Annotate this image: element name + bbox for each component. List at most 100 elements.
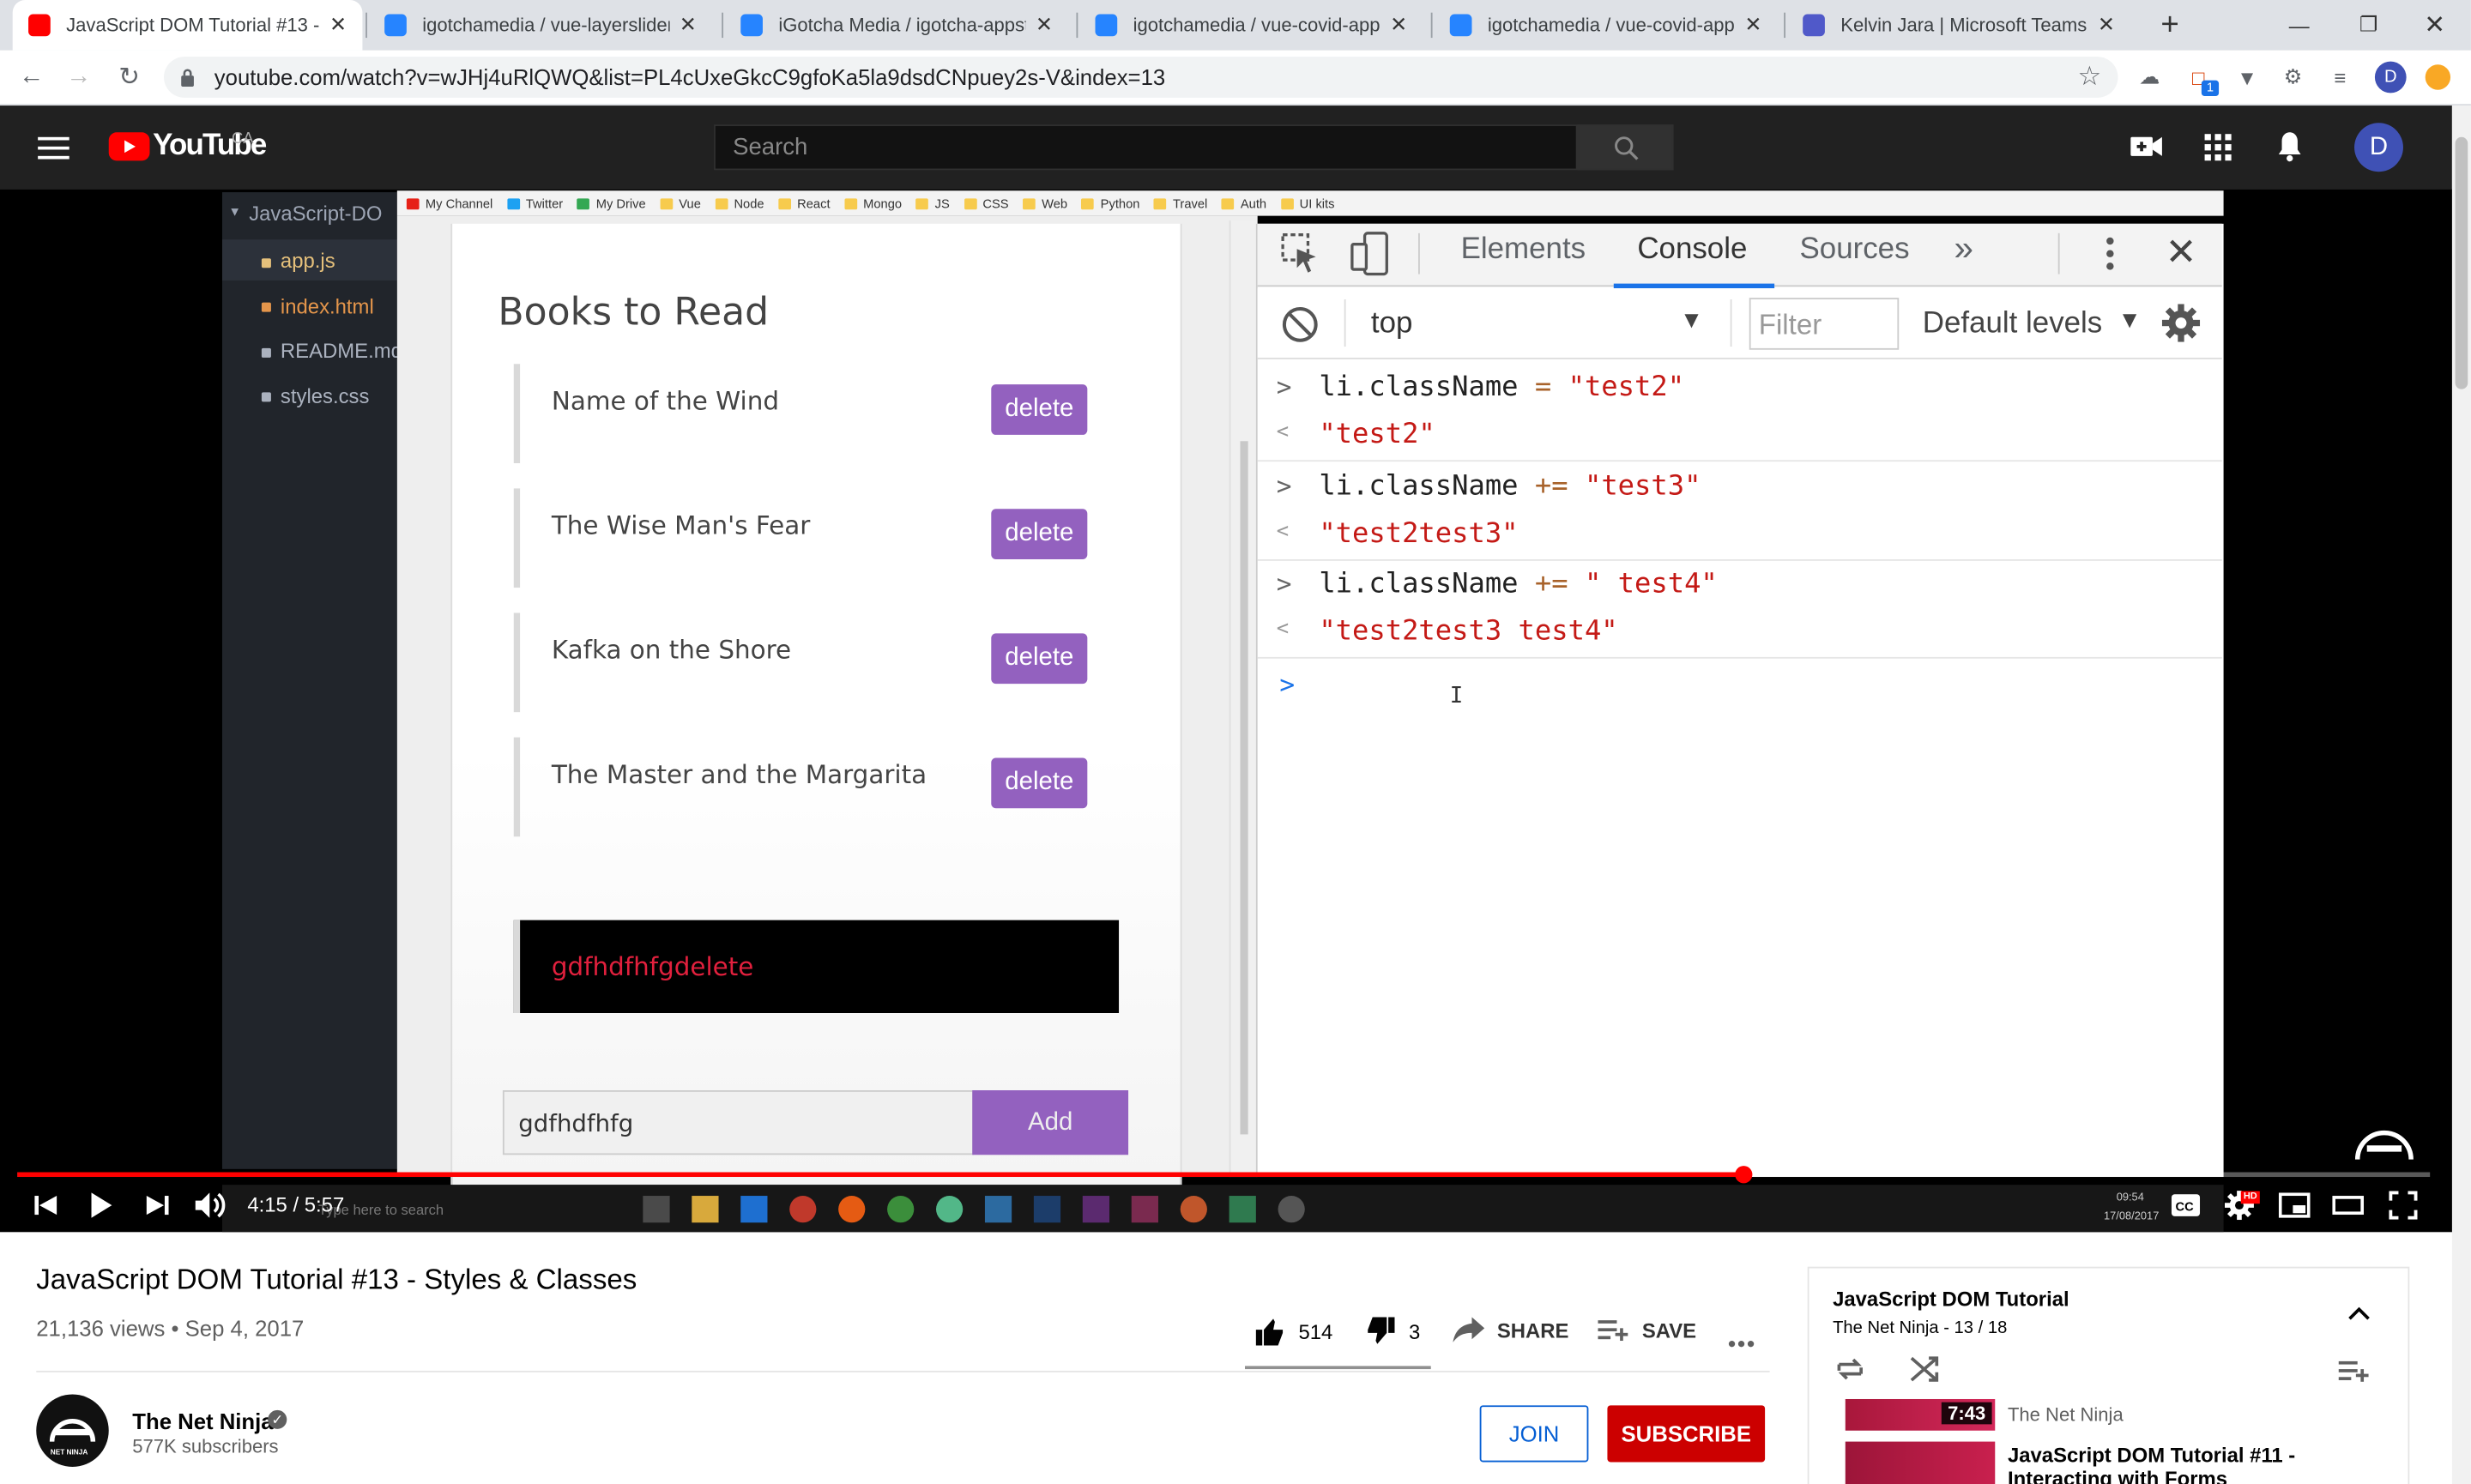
collapse-playlist-icon[interactable] [2348,1301,2371,1320]
delete-book-button[interactable]: delete [991,509,1088,560]
tab-close-icon[interactable]: ✕ [329,13,347,38]
context-select[interactable]: top ▼ [1368,304,1714,345]
youtube-logo-icon[interactable] [108,132,150,161]
tab-close-icon[interactable]: ✕ [1744,13,1761,38]
book-list-heading: Books to Read [498,289,770,335]
browser-tab-5[interactable]: Kelvin Jara | Microsoft Teams ✕ [1787,0,2130,51]
restore-button[interactable]: ❐ [2332,0,2404,51]
reload-button[interactable]: ↻ [111,60,148,94]
upload-date: Sep 4, 2017 [184,1315,305,1342]
playlist-item-thumbnail[interactable]: 7:43 [1845,1398,1996,1431]
delete-book-button[interactable]: delete [991,384,1088,435]
log-levels-select[interactable]: Default levels ▼ [1919,304,2148,345]
channel-name[interactable]: The Net Ninja [132,1409,273,1433]
join-button[interactable]: JOIN [1479,1405,1589,1463]
subtitles-icon[interactable]: CC [2170,1188,2202,1222]
tab-elements[interactable]: Elements [1461,233,1586,268]
youtube-search-input[interactable]: Search [714,124,1578,171]
console-input-line: li.className += " test4" [1319,569,1717,600]
tab-console[interactable]: Console [1637,233,1747,268]
playlist-item-title[interactable]: JavaScript DOM Tutorial #11 - Interactin… [2008,1443,2402,1484]
play-icon[interactable] [85,1188,117,1222]
video-scrubber[interactable] [1735,1166,1753,1184]
fullscreen-icon[interactable] [2386,1188,2420,1222]
playlist-item-thumbnail-2[interactable] [1845,1441,1996,1484]
tab-sources[interactable]: Sources [1800,233,1910,268]
url-text[interactable]: youtube.com/watch?v=wJHj4uRlQWQ&list=PL4… [214,64,1165,89]
delete-book-button[interactable]: delete [991,757,1088,809]
bookmark-item: Auth [1221,196,1266,210]
theater-mode-icon[interactable] [2330,1188,2365,1222]
editor-file: index.html [239,294,374,317]
extensions-puzzle-icon[interactable]: ⚙ [2279,63,2307,91]
playlist-title[interactable]: JavaScript DOM Tutorial [1833,1288,2069,1312]
playlist-add-to-queue-icon[interactable] [2338,1358,2371,1383]
tab-close-icon[interactable]: ✕ [1390,13,1407,38]
lock-icon [179,66,195,87]
minimize-button[interactable]: — [2263,0,2335,51]
browser-tab-0[interactable]: JavaScript DOM Tutorial #13 - St ✕ [12,0,363,51]
dislike-button[interactable]: 3 [1365,1317,1420,1345]
browser-tab-4[interactable]: igotchamedia / vue-covid-app / ✕ [1434,0,1777,51]
console-settings-gear-icon[interactable] [2160,303,2202,344]
profile-avatar[interactable]: D [2374,61,2407,94]
save-label: SAVE [1641,1318,1697,1342]
extension-orange-icon[interactable] [2425,64,2451,90]
bookmark-folder-icon [1023,197,1036,209]
tab-close-icon[interactable]: ✕ [1036,13,1053,38]
share-button[interactable]: SHARE [1453,1317,1568,1342]
shuffle-playlist-icon[interactable] [1908,1355,1940,1384]
like-button[interactable]: 514 [1254,1317,1332,1346]
youtube-avatar[interactable]: D [2354,123,2403,172]
add-book-input[interactable]: gdfhdfhfg [502,1089,975,1155]
page-scrollbar[interactable] [2451,106,2471,1484]
book-title: Kafka on the Shore [551,635,792,666]
delete-book-button[interactable]: delete [991,633,1088,685]
loop-playlist-icon[interactable] [1834,1355,1866,1384]
console-filter-input[interactable]: Filter [1749,298,1900,350]
browser-tab-1[interactable]: igotchamedia / vue-layerslider-a ✕ [369,0,712,51]
next-video-icon[interactable] [143,1188,172,1222]
console-prompt-chevron-icon: > [1279,669,1296,700]
add-book-button[interactable]: Add [972,1089,1129,1155]
notifications-bell-icon[interactable] [2275,130,2304,162]
create-video-icon[interactable] [2130,134,2162,159]
share-arrow-icon [1453,1317,1485,1342]
bookmark-item: Python [1081,196,1139,210]
clear-console-icon[interactable] [1279,304,1320,345]
back-button[interactable]: ← [13,60,51,94]
extension-badge: 1 [2201,80,2220,97]
browser-tab-2[interactable]: iGotcha Media / igotcha-appsto ✕ [725,0,1068,51]
tab-close-icon[interactable]: ✕ [680,13,697,38]
apps-grid-icon[interactable] [2204,134,2232,161]
device-toggle-icon[interactable] [1349,232,1393,276]
console-input-object: li.className [1319,371,1519,404]
extension-cloud-icon[interactable]: ☁ [2136,63,2164,91]
devtools-menu-icon[interactable] [2104,235,2117,273]
save-button[interactable]: SAVE [1598,1317,1696,1342]
bookmark-star-icon[interactable]: ☆ [2075,62,2104,92]
console-output-line: "test2test3" [1319,517,1519,550]
book-title: The Wise Man's Fear [551,510,811,540]
devtools-close-icon[interactable]: ✕ [2166,234,2197,273]
extension-v-icon[interactable]: ▼ [2233,63,2262,91]
forward-button[interactable]: → [60,60,98,94]
more-tabs-icon[interactable]: » [1954,228,1973,269]
tab-title: igotchamedia / vue-covid-app / [1487,14,1736,37]
menu-icon[interactable] [38,136,69,160]
more-actions-icon[interactable] [1727,1328,1755,1348]
media-queue-icon[interactable]: ≡ [2326,63,2354,91]
tab-close-icon[interactable]: ✕ [2098,13,2115,38]
console-separator [1257,558,2222,560]
browser-tab-3[interactable]: igotchamedia / vue-covid-app – ✕ [1079,0,1423,51]
new-tab-button[interactable]: + [2153,7,2187,42]
search-button[interactable] [1577,124,1674,171]
miniplayer-icon[interactable] [2277,1188,2311,1222]
console-input-object: li.className [1319,569,1519,600]
volume-icon[interactable] [194,1188,228,1222]
previous-video-icon[interactable] [32,1188,60,1222]
close-window-button[interactable]: ✕ [2398,0,2470,51]
subscribe-button[interactable]: SUBSCRIBE [1607,1405,1766,1463]
channel-avatar[interactable]: NET NINJA [36,1394,109,1467]
inspect-element-icon[interactable] [1281,233,1319,274]
